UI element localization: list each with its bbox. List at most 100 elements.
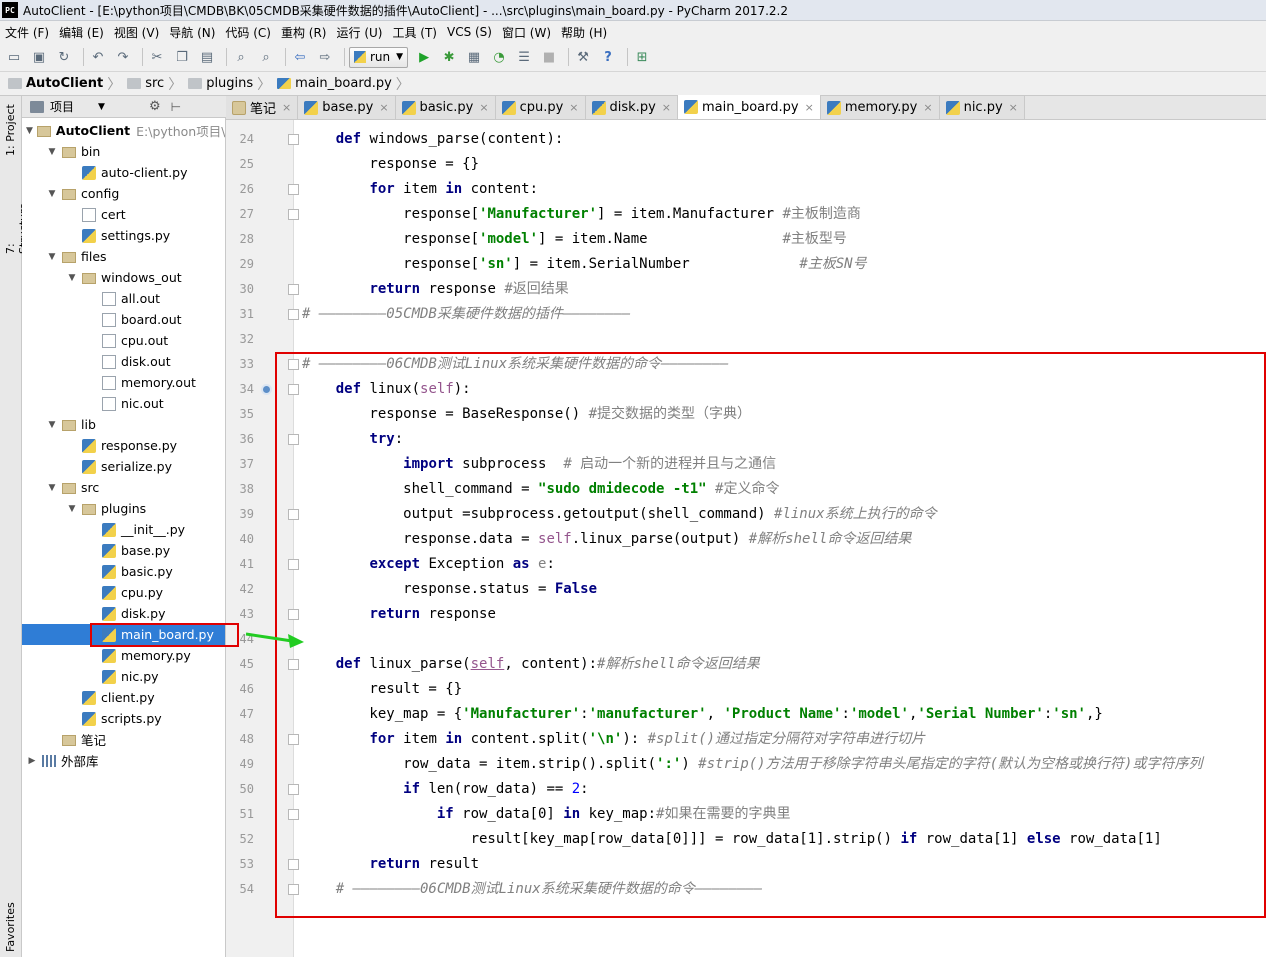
breadcrumb-item[interactable]: AutoClient 〉: [8, 74, 125, 94]
vcs-icon[interactable]: ⊞: [632, 47, 652, 67]
fold-marker-icon[interactable]: [288, 359, 299, 370]
fold-marker-icon[interactable]: [288, 209, 299, 220]
tree-item[interactable]: ▼ src: [22, 477, 225, 498]
fold-marker-icon[interactable]: [288, 134, 299, 145]
expand-icon[interactable]: ▼: [46, 147, 58, 157]
tree-item[interactable]: basic.py: [22, 561, 225, 582]
fold-marker-icon[interactable]: [288, 509, 299, 520]
back-icon[interactable]: ⇦: [290, 47, 310, 67]
tree-item[interactable]: response.py: [22, 435, 225, 456]
close-icon[interactable]: ×: [1009, 101, 1018, 114]
fold-marker-icon[interactable]: [288, 884, 299, 895]
tree-item[interactable]: nic.py: [22, 666, 225, 687]
tree-item[interactable]: ▼ AutoClient E:\python项目\C: [22, 120, 225, 141]
fold-marker-icon[interactable]: [288, 384, 299, 395]
project-tool-tab[interactable]: 1: Project: [2, 100, 19, 160]
expand-icon[interactable]: ▼: [66, 273, 78, 283]
project-panel-title[interactable]: 项目: [50, 98, 74, 115]
tree-item[interactable]: memory.py: [22, 645, 225, 666]
editor-tab[interactable]: 笔记 ×: [226, 96, 299, 119]
menu-item[interactable]: 文件 (F): [0, 24, 54, 41]
tree-item[interactable]: nic.out: [22, 393, 225, 414]
tree-item[interactable]: main_board.py: [22, 624, 225, 645]
fold-marker-icon[interactable]: [288, 309, 299, 320]
tree-item[interactable]: cpu.py: [22, 582, 225, 603]
collapse-icon[interactable]: ▶: [26, 756, 38, 766]
close-icon[interactable]: ×: [805, 101, 814, 114]
breadcrumb-item[interactable]: plugins 〉: [188, 74, 275, 94]
tree-item[interactable]: ▼ lib: [22, 414, 225, 435]
editor-tab[interactable]: cpu.py ×: [495, 96, 586, 119]
close-icon[interactable]: ×: [379, 101, 388, 114]
hide-panel-icon[interactable]: ⊢: [171, 100, 181, 114]
fold-marker-icon[interactable]: [288, 809, 299, 820]
menu-item[interactable]: 重构 (R): [276, 24, 332, 41]
tree-item[interactable]: ▶ 外部库: [22, 750, 225, 771]
tree-item[interactable]: disk.out: [22, 351, 225, 372]
run-icon[interactable]: ▶: [414, 47, 434, 67]
tree-item[interactable]: auto-client.py: [22, 162, 225, 183]
expand-icon[interactable]: ▼: [46, 252, 58, 262]
favorites-tool-tab[interactable]: Favorites: [2, 896, 19, 956]
fold-marker-icon[interactable]: [288, 284, 299, 295]
help-icon[interactable]: ?: [598, 47, 618, 67]
editor-tab[interactable]: nic.py ×: [939, 96, 1025, 119]
redo-icon[interactable]: ↷: [113, 47, 133, 67]
menu-item[interactable]: 代码 (C): [220, 24, 276, 41]
paste-icon[interactable]: ▤: [197, 47, 217, 67]
menu-item[interactable]: 工具 (T): [387, 24, 442, 41]
fold-marker-icon[interactable]: [288, 184, 299, 195]
fold-marker-icon[interactable]: [288, 784, 299, 795]
close-icon[interactable]: ×: [923, 101, 932, 114]
breadcrumb-item[interactable]: main_board.py 〉: [277, 74, 414, 94]
tree-item[interactable]: scripts.py: [22, 708, 225, 729]
debug-icon[interactable]: ✱: [439, 47, 459, 67]
close-icon[interactable]: ×: [282, 101, 291, 114]
fold-marker-icon[interactable]: [288, 434, 299, 445]
expand-icon[interactable]: ▼: [66, 504, 78, 514]
tree-item[interactable]: 笔记: [22, 729, 225, 750]
profile-icon[interactable]: ◔: [489, 47, 509, 67]
tree-item[interactable]: disk.py: [22, 603, 225, 624]
sync-icon[interactable]: ↻: [54, 47, 74, 67]
tree-item[interactable]: __init__.py: [22, 519, 225, 540]
tree-item[interactable]: all.out: [22, 288, 225, 309]
stop-icon[interactable]: ■: [539, 47, 559, 67]
concurrency-icon[interactable]: ☰: [514, 47, 534, 67]
method-override-icon[interactable]: [261, 384, 272, 395]
replace-icon[interactable]: ⌕: [256, 47, 276, 67]
fold-marker-icon[interactable]: [288, 559, 299, 570]
menu-item[interactable]: 导航 (N): [164, 24, 220, 41]
breadcrumb-item[interactable]: src 〉: [127, 74, 186, 94]
fold-marker-icon[interactable]: [288, 859, 299, 870]
editor-tab[interactable]: basic.py ×: [395, 96, 496, 119]
gear-icon[interactable]: ⚙: [149, 99, 161, 114]
tree-item[interactable]: ▼ bin: [22, 141, 225, 162]
menu-item[interactable]: 视图 (V): [109, 24, 164, 41]
close-icon[interactable]: ×: [569, 101, 578, 114]
menu-item[interactable]: 窗口 (W): [497, 24, 556, 41]
expand-icon[interactable]: ▼: [26, 126, 33, 136]
tree-item[interactable]: client.py: [22, 687, 225, 708]
editor-tab[interactable]: disk.py ×: [585, 96, 678, 119]
fold-marker-icon[interactable]: [288, 734, 299, 745]
code-area[interactable]: def windows_parse(content): response = {…: [302, 120, 1266, 957]
tree-item[interactable]: board.out: [22, 309, 225, 330]
tree-item[interactable]: settings.py: [22, 225, 225, 246]
cut-icon[interactable]: ✂: [147, 47, 167, 67]
menu-item[interactable]: 运行 (U): [332, 24, 388, 41]
menu-item[interactable]: 帮助 (H): [556, 24, 612, 41]
close-icon[interactable]: ×: [662, 101, 671, 114]
expand-icon[interactable]: ▼: [46, 483, 58, 493]
tree-item[interactable]: serialize.py: [22, 456, 225, 477]
tree-item[interactable]: cert: [22, 204, 225, 225]
chevron-down-icon[interactable]: ▼: [98, 102, 105, 112]
expand-icon[interactable]: ▼: [46, 420, 58, 430]
open-icon[interactable]: ▭: [4, 47, 24, 67]
expand-icon[interactable]: ▼: [46, 189, 58, 199]
editor-tab[interactable]: base.py ×: [298, 96, 396, 119]
editor-tab[interactable]: memory.py ×: [820, 96, 940, 119]
tree-item[interactable]: ▼ windows_out: [22, 267, 225, 288]
fold-marker-icon[interactable]: [288, 659, 299, 670]
editor-tab[interactable]: main_board.py ×: [677, 95, 821, 119]
